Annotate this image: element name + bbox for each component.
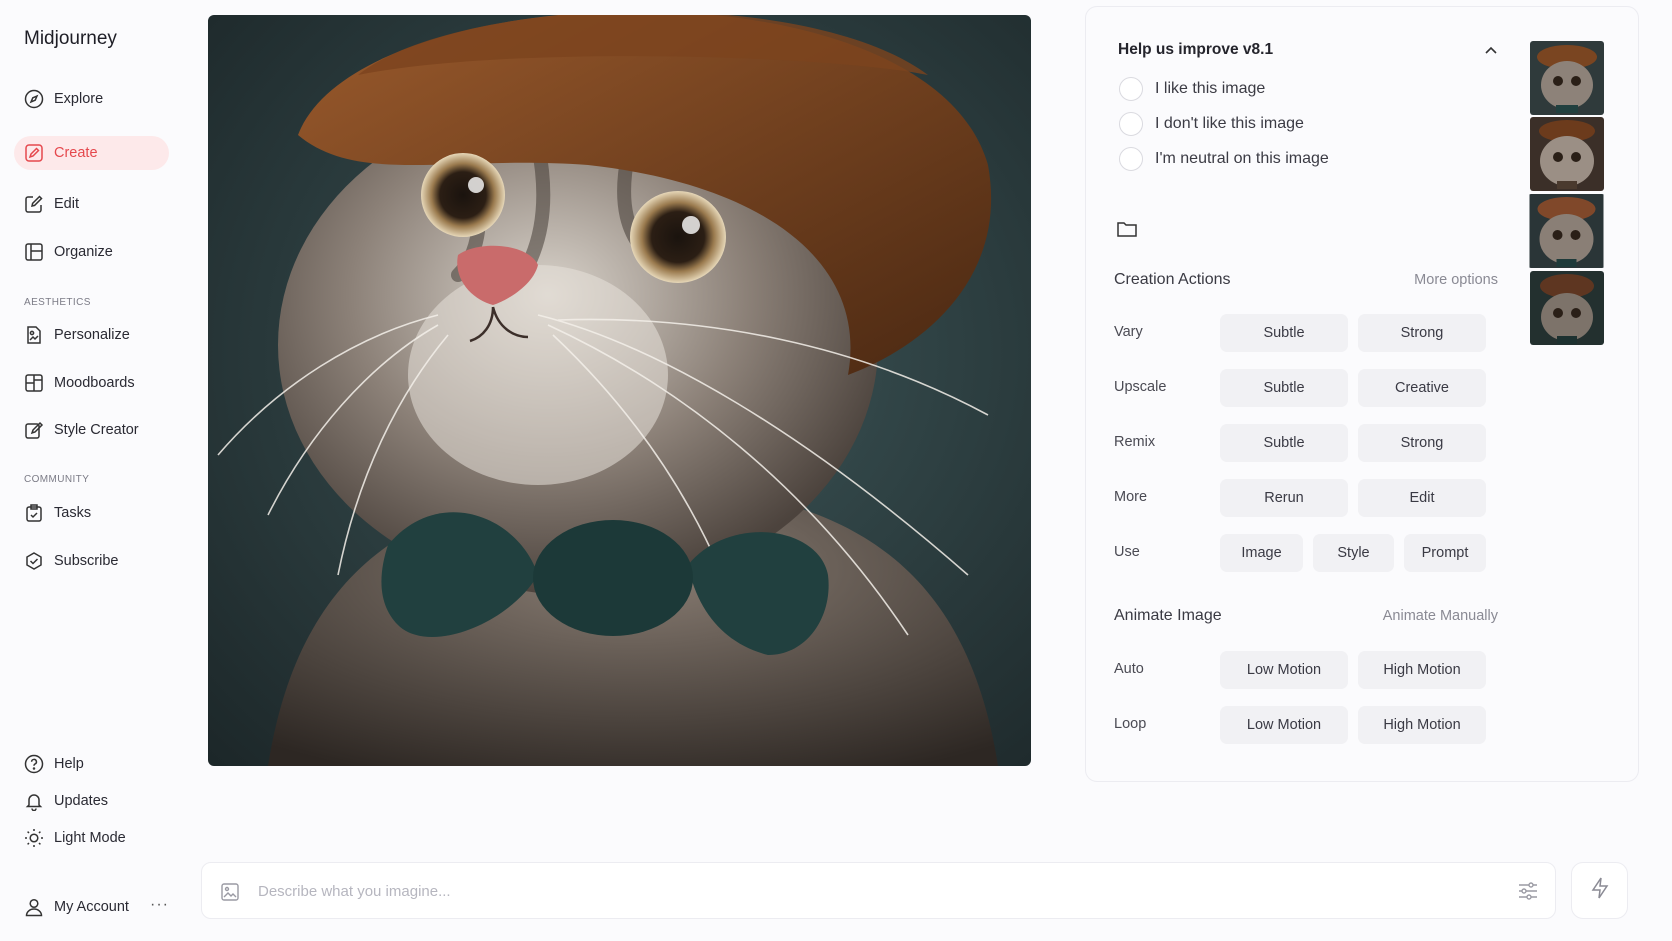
thumbnail-2[interactable] <box>1530 117 1604 191</box>
upscale-label: Upscale <box>1114 379 1167 395</box>
more-options-link[interactable]: More options <box>1414 272 1498 288</box>
account-more-button[interactable]: ··· <box>150 896 169 914</box>
feedback-option-label: I don't like this image <box>1155 115 1304 132</box>
sidebar-item-subscribe[interactable]: Subscribe <box>14 544 169 578</box>
chevron-up-icon[interactable] <box>1480 39 1502 61</box>
edit-button[interactable]: Edit <box>1358 479 1486 517</box>
feedback-option-label: I'm neutral on this image <box>1155 150 1329 167</box>
sun-icon <box>24 828 44 848</box>
sidebar-item-create[interactable]: Create <box>14 136 169 170</box>
remix-strong-button[interactable]: Strong <box>1358 424 1486 462</box>
sidebar-item-label: Light Mode <box>54 830 126 846</box>
folder-icon[interactable] <box>1116 219 1138 239</box>
animate-manually-link[interactable]: Animate Manually <box>1383 608 1498 624</box>
feedback-option-like[interactable]: I like this image <box>1119 77 1265 101</box>
feedback-option-neutral[interactable]: I'm neutral on this image <box>1119 147 1329 171</box>
sidebar-item-label: Updates <box>54 793 109 809</box>
sidebar-item-tasks[interactable]: Tasks <box>14 496 169 530</box>
sidebar: Midjourney Explore Create Edit Organize … <box>0 0 180 941</box>
remix-label: Remix <box>1114 434 1156 450</box>
sidebar-item-moodboards[interactable]: Moodboards <box>14 366 169 400</box>
sidebar-item-label: Moodboards <box>54 375 135 391</box>
use-style-button[interactable]: Style <box>1313 534 1394 572</box>
thumbnail-4[interactable] <box>1530 271 1604 345</box>
sidebar-item-explore[interactable]: Explore <box>14 82 169 116</box>
use-label: Use <box>1114 544 1140 560</box>
sidebar-item-my-account[interactable]: My Account <box>14 890 144 924</box>
personalize-icon <box>24 325 44 345</box>
vary-subtle-button[interactable]: Subtle <box>1220 314 1348 352</box>
bolt-button[interactable] <box>1571 862 1628 919</box>
radio-button[interactable] <box>1119 77 1143 101</box>
user-icon <box>24 897 44 917</box>
vary-strong-button[interactable]: Strong <box>1358 314 1486 352</box>
section-label-aesthetics: AESTHETICS <box>24 297 91 308</box>
sidebar-item-label: Help <box>54 756 84 772</box>
auto-low-motion-button[interactable]: Low Motion <box>1220 651 1348 689</box>
sidebar-item-label: Explore <box>54 91 104 107</box>
bolt-icon <box>1590 877 1610 904</box>
feedback-title: Help us improve v8.1 <box>1118 41 1274 58</box>
sidebar-item-light-mode[interactable]: Light Mode <box>14 821 169 855</box>
sidebar-item-organize[interactable]: Organize <box>14 235 169 269</box>
sliders-icon[interactable] <box>1517 881 1539 901</box>
sidebar-item-label: Organize <box>54 244 113 260</box>
radio-button[interactable] <box>1119 147 1143 171</box>
creation-actions-heading: Creation Actions <box>1114 271 1231 288</box>
help-icon <box>24 754 44 774</box>
sidebar-item-label: Create <box>54 145 98 161</box>
sidebar-item-edit[interactable]: Edit <box>14 187 169 221</box>
bell-icon <box>24 791 44 811</box>
vary-label: Vary <box>1114 324 1143 340</box>
sidebar-item-label: Subscribe <box>54 553 119 569</box>
feedback-option-dislike[interactable]: I don't like this image <box>1119 112 1304 136</box>
sidebar-item-help[interactable]: Help <box>14 747 169 781</box>
edit-icon <box>24 194 44 214</box>
rerun-button[interactable]: Rerun <box>1220 479 1348 517</box>
upscale-subtle-button[interactable]: Subtle <box>1220 369 1348 407</box>
sidebar-item-label: Edit <box>54 196 79 212</box>
use-image-button[interactable]: Image <box>1220 534 1303 572</box>
subscribe-icon <box>24 551 44 571</box>
sidebar-item-label: My Account <box>54 899 129 915</box>
loop-label: Loop <box>1114 716 1147 732</box>
use-prompt-button[interactable]: Prompt <box>1404 534 1486 572</box>
loop-low-motion-button[interactable]: Low Motion <box>1220 706 1348 744</box>
upscale-creative-button[interactable]: Creative <box>1358 369 1486 407</box>
auto-label: Auto <box>1114 661 1144 677</box>
sidebar-item-updates[interactable]: Updates <box>14 784 169 818</box>
sidebar-item-label: Tasks <box>54 505 92 521</box>
animate-image-heading: Animate Image <box>1114 607 1222 624</box>
section-label-community: COMMUNITY <box>24 474 90 485</box>
sidebar-item-label: Personalize <box>54 327 130 343</box>
generated-image[interactable] <box>208 15 1031 766</box>
image-icon[interactable] <box>220 882 240 902</box>
tasks-icon <box>24 503 44 523</box>
more-label: More <box>1114 489 1148 505</box>
sidebar-item-style-creator[interactable]: Style Creator <box>14 413 169 447</box>
moodboards-icon <box>24 373 44 393</box>
cat-illustration <box>208 15 1031 766</box>
compass-icon <box>24 89 44 109</box>
thumbnail-3[interactable] <box>1528 194 1605 268</box>
sidebar-item-label: Style Creator <box>54 422 139 438</box>
remix-subtle-button[interactable]: Subtle <box>1220 424 1348 462</box>
thumbnail-1[interactable] <box>1530 41 1604 115</box>
radio-button[interactable] <box>1119 112 1143 136</box>
style-creator-icon <box>24 420 44 440</box>
create-icon <box>24 143 44 163</box>
auto-high-motion-button[interactable]: High Motion <box>1358 651 1486 689</box>
feedback-option-label: I like this image <box>1155 80 1266 97</box>
loop-high-motion-button[interactable]: High Motion <box>1358 706 1486 744</box>
prompt-input[interactable] <box>258 877 1438 905</box>
brand-logo[interactable]: Midjourney <box>24 28 117 50</box>
prompt-bar <box>201 862 1556 919</box>
organize-icon <box>24 242 44 262</box>
sidebar-item-personalize[interactable]: Personalize <box>14 318 169 352</box>
